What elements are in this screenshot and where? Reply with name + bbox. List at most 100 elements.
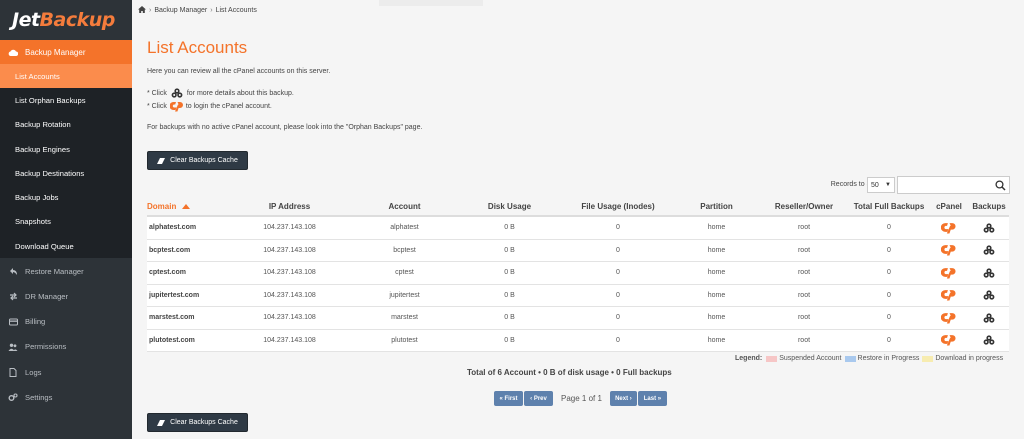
button-label: Clear Backups Cache <box>170 157 238 164</box>
cloud-icon <box>8 47 18 57</box>
hint-text: * Click <box>147 89 167 97</box>
backups-details-icon[interactable] <box>969 285 1009 307</box>
cpanel-login-icon[interactable] <box>929 240 969 262</box>
sidebar-item-backup-manager[interactable]: Backup Manager <box>0 40 132 64</box>
sidebar-item-billing[interactable]: Billing <box>0 309 132 334</box>
users-icon <box>8 342 18 352</box>
table-row[interactable]: cptest.com 104.237.143.108 cptest 0 B 0 home r… <box>147 262 1009 285</box>
sidebar-item-permissions[interactable]: Permissions <box>0 334 132 359</box>
cell-file-usage: 0 <box>616 336 620 344</box>
column-header-reseller-owner[interactable]: Reseller/Owner <box>759 197 849 215</box>
cell-domain[interactable]: alphatest.com <box>147 217 227 239</box>
sidebar-subitem-label: Backup Jobs <box>15 193 59 203</box>
totals-summary: Total of 6 Account • 0 B of disk usage •… <box>467 368 672 377</box>
table-row[interactable]: marstest.com 104.237.143.108 marstest 0 B 0 h… <box>147 307 1009 330</box>
cell-disk-usage: 0 B <box>504 314 515 322</box>
cell-domain[interactable]: jupitertest.com <box>147 285 227 307</box>
backups-details-icon[interactable] <box>969 217 1009 239</box>
sidebar-subitem-label: Backup Rotation <box>15 120 71 130</box>
sidebar-item-logs[interactable]: Logs <box>0 360 132 385</box>
sidebar-item-restore-manager[interactable]: Restore Manager <box>0 258 132 283</box>
cell-total-full-backups: 0 <box>887 291 891 299</box>
sidebar-subitem-snapshots[interactable]: Snapshots <box>0 210 132 234</box>
cell-disk-usage: 0 B <box>504 269 515 277</box>
table-row[interactable]: alphatest.com 104.237.143.108 alphatest 0 B… <box>147 217 1009 240</box>
sidebar-subitem-label: Snapshots <box>15 217 51 227</box>
records-per-page-select[interactable]: 50 ▼ <box>867 177 895 193</box>
sidebar-subitem-backup-destinations[interactable]: Backup Destinations <box>0 161 132 185</box>
clear-backups-cache-button-bottom[interactable]: Clear Backups Cache <box>147 413 248 432</box>
search-input[interactable] <box>897 176 1010 194</box>
cpanel-login-icon[interactable] <box>929 285 969 307</box>
cell-partition: home <box>707 246 726 254</box>
cpanel-login-icon[interactable] <box>929 307 969 329</box>
cpanel-login-icon[interactable] <box>929 330 969 352</box>
cpanel-icon <box>169 101 184 112</box>
main-content: › Backup Manager › List Accounts List Ac… <box>132 0 1024 439</box>
eraser-icon <box>157 157 166 164</box>
cell-domain[interactable]: cptest.com <box>147 262 227 284</box>
backup-manager-submenu: List Accounts List Orphan Backups Backup… <box>0 64 132 259</box>
first-page-button[interactable]: « First <box>494 391 523 406</box>
column-header-total-full-backups[interactable]: Total Full Backups <box>849 197 929 215</box>
cell-file-usage: 0 <box>616 314 620 322</box>
cell-domain[interactable]: bcptest.com <box>147 240 227 262</box>
next-page-button[interactable]: Next › <box>609 391 637 406</box>
sidebar-subitem-label: Backup Destinations <box>15 168 85 178</box>
table-row[interactable]: jupitertest.com 104.237.143.108 jupitertes… <box>147 284 1009 307</box>
file-icon <box>8 367 18 377</box>
hint-text: for more details about this backup. <box>186 89 294 97</box>
top-placeholder-bar <box>379 0 483 6</box>
last-page-button[interactable]: Last » <box>637 391 667 406</box>
column-header-account[interactable]: Account <box>352 197 457 215</box>
column-header-partition[interactable]: Partition <box>674 197 759 215</box>
sidebar-item-settings[interactable]: Settings <box>0 385 132 410</box>
table-row[interactable]: bcptest.com 104.237.143.108 bcptest 0 B 0 hom… <box>147 239 1009 262</box>
sidebar-subitem-backup-engines[interactable]: Backup Engines <box>0 137 132 161</box>
column-header-domain[interactable]: Domain <box>147 197 227 215</box>
column-header-ip[interactable]: IP Address <box>227 197 352 215</box>
legend: Legend: Suspended Account Restore in Pro… <box>735 355 1003 362</box>
breadcrumb-backup-manager[interactable]: Backup Manager <box>154 7 207 14</box>
sidebar-subitem-list-accounts[interactable]: List Accounts <box>0 64 132 89</box>
sidebar-item-label: Backup Manager <box>25 47 86 57</box>
caret-down-icon: ▼ <box>885 182 891 188</box>
column-header-file-usage[interactable]: File Usage (Inodes) <box>562 197 674 215</box>
hint-backup-details: * Click for more details about this back… <box>147 88 294 98</box>
sidebar-subitem-label: List Accounts <box>15 71 60 81</box>
legend-item-label: Download in progress <box>935 355 1004 362</box>
cell-disk-usage: 0 B <box>504 246 515 254</box>
breadcrumb-list-accounts: List Accounts <box>215 7 257 14</box>
cell-file-usage: 0 <box>616 246 620 254</box>
backups-details-icon[interactable] <box>969 330 1009 352</box>
cell-ip: 104.237.143.108 <box>263 269 316 277</box>
sidebar-item-dr-manager[interactable]: DR Manager <box>0 284 132 309</box>
sidebar-subitem-list-orphan-backups[interactable]: List Orphan Backups <box>0 88 132 112</box>
sidebar-subitem-backup-rotation[interactable]: Backup Rotation <box>0 113 132 137</box>
cell-file-usage: 0 <box>616 269 620 277</box>
sidebar-subitem-download-queue[interactable]: Download Queue <box>0 234 132 258</box>
cell-domain[interactable]: plutotest.com <box>147 330 227 352</box>
page-title: List Accounts <box>147 38 248 57</box>
breadcrumb-separator: › <box>149 7 152 14</box>
column-header-disk-usage[interactable]: Disk Usage <box>457 197 562 215</box>
cell-partition: home <box>707 269 726 277</box>
cpanel-login-icon[interactable] <box>929 262 969 284</box>
home-icon[interactable] <box>138 6 146 15</box>
jetbackup-logo[interactable]: JetBackup <box>0 0 132 40</box>
table-row[interactable]: plutotest.com 104.237.143.108 plutotest 0 B… <box>147 329 1009 352</box>
legend-swatch <box>922 355 934 362</box>
cell-domain[interactable]: marstest.com <box>147 307 227 329</box>
prev-page-button[interactable]: ‹ Prev <box>524 391 553 406</box>
clear-backups-cache-button[interactable]: Clear Backups Cache <box>147 151 248 170</box>
sidebar-subitem-backup-jobs[interactable]: Backup Jobs <box>0 185 132 209</box>
backups-details-icon[interactable] <box>969 240 1009 262</box>
hint-text: * Click <box>147 103 167 110</box>
backups-details-icon[interactable] <box>969 307 1009 329</box>
cell-owner: root <box>797 246 811 254</box>
cell-ip: 104.237.143.108 <box>263 246 316 254</box>
backups-details-icon[interactable] <box>969 262 1009 284</box>
cpanel-login-icon[interactable] <box>929 217 969 239</box>
table-body: alphatest.com 104.237.143.108 alphatest 0 B… <box>147 217 1009 352</box>
cell-file-usage: 0 <box>616 224 620 232</box>
